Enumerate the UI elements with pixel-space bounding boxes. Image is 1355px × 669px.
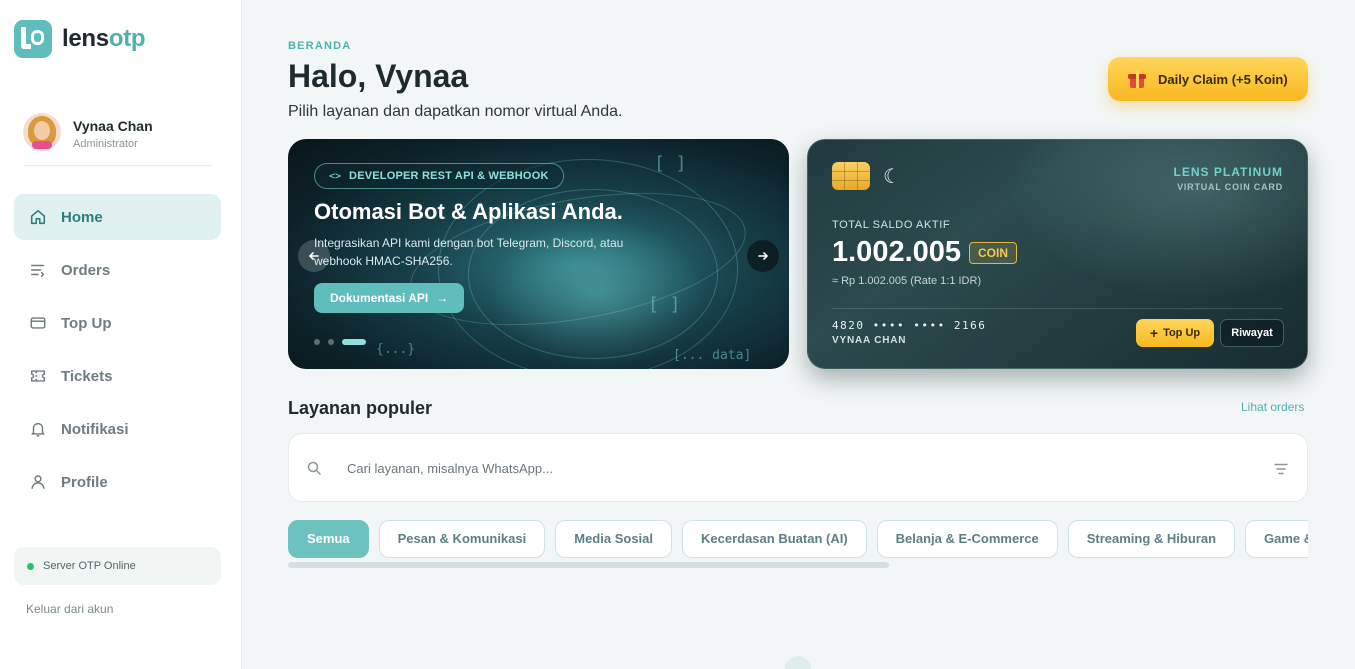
- user-profile[interactable]: Vynaa Chan Administrator: [23, 113, 212, 166]
- gift-icon: [1128, 70, 1146, 88]
- ticket-icon: [28, 366, 48, 386]
- section-title: Layanan populer: [288, 398, 433, 418]
- card-history-button[interactable]: Riwayat: [1220, 319, 1284, 347]
- card-chip-icon: [832, 162, 870, 190]
- filter-icon[interactable]: [1274, 462, 1288, 480]
- user-info: Vynaa Chan Administrator: [73, 118, 153, 150]
- promo-banner: [ ] [ ] {...} [... data] <> DEVELOPER RE…: [288, 139, 789, 369]
- sidebar-item-label: Profile: [61, 473, 108, 491]
- promo-badge: <> DEVELOPER REST API & WEBHOOK: [314, 163, 564, 189]
- scrollbar-thumb[interactable]: [288, 562, 889, 568]
- lensotp-logo-icon: [14, 20, 52, 58]
- user-icon: [28, 472, 48, 492]
- code-fragment: [... data]: [673, 348, 752, 363]
- promo-badge-label: DEVELOPER REST API & WEBHOOK: [349, 170, 549, 182]
- balance-label: TOTAL SALDO AKTIF: [832, 219, 951, 231]
- bottom-nub: [785, 656, 811, 669]
- card-topup-button[interactable]: + Top Up: [1136, 319, 1214, 347]
- card-brand-name: LENS PLATINUM: [1173, 165, 1283, 179]
- sidebar-item-tickets[interactable]: Tickets: [14, 353, 221, 399]
- balance-row: 1.002.005 COIN: [832, 236, 1018, 269]
- brand[interactable]: lensotp: [14, 20, 146, 58]
- sidebar-item-label: Home: [61, 208, 103, 226]
- category-chip-streaming-hiburan[interactable]: Streaming & Hiburan: [1067, 520, 1236, 558]
- search-input[interactable]: [347, 456, 1247, 480]
- bell-icon: [28, 419, 48, 439]
- category-scrollbar[interactable]: [288, 562, 1308, 568]
- promo-title: Otomasi Bot & Aplikasi Anda.: [314, 199, 623, 224]
- code-fragment: [ ]: [648, 294, 681, 315]
- breadcrumb: BERANDA: [288, 40, 352, 52]
- carousel-dot[interactable]: [314, 339, 320, 345]
- arrow-right-icon: →: [436, 291, 449, 305]
- coin-card: ☾ LENS PLATINUM VIRTUAL COIN CARD TOTAL …: [807, 139, 1308, 369]
- category-chip-kecerdasan-buatan-ai[interactable]: Kecerdasan Buatan (AI): [682, 520, 867, 558]
- home-icon: [28, 207, 48, 227]
- sidebar-item-label: Tickets: [61, 367, 113, 385]
- card-sheen: [1008, 140, 1307, 300]
- sidebar-nav: Home Orders Top Up Tickets Notifikasi Pr…: [14, 194, 221, 512]
- user-name: Vynaa Chan: [73, 118, 153, 134]
- category-chip-semua[interactable]: Semua: [288, 520, 369, 558]
- card-holder: VYNAA CHAN: [832, 335, 907, 346]
- sidebar-item-notifikasi[interactable]: Notifikasi: [14, 406, 221, 452]
- category-chip-media-sosial[interactable]: Media Sosial: [555, 520, 672, 558]
- sidebar-item-home[interactable]: Home: [14, 194, 221, 240]
- carousel-next-button[interactable]: [747, 240, 779, 272]
- card-brand: LENS PLATINUM VIRTUAL COIN CARD: [1174, 165, 1283, 192]
- category-chip-belanja-e-commerce[interactable]: Belanja & E-Commerce: [876, 520, 1058, 558]
- sidebar-item-label: Top Up: [61, 314, 112, 332]
- plus-icon: +: [1149, 325, 1159, 341]
- carousel-dots: [314, 339, 374, 345]
- carousel-dot[interactable]: [328, 339, 334, 345]
- service-search: [288, 433, 1308, 502]
- logout-link[interactable]: Keluar dari akun: [26, 602, 113, 616]
- server-status-label: Server OTP Online: [43, 560, 136, 572]
- chevron-left-icon: [308, 252, 319, 260]
- page-title: Halo, Vynaa: [288, 58, 469, 94]
- wallet-icon: [28, 313, 48, 333]
- api-docs-label: Dokumentasi API: [330, 291, 429, 305]
- code-fragment: [ ]: [654, 153, 687, 174]
- search-icon: [307, 461, 321, 480]
- balance-idr: ≈ Rp 1.002.005 (Rate 1:1 IDR): [832, 275, 982, 287]
- carousel-prev-button[interactable]: [298, 240, 330, 272]
- code-fragment: {...}: [376, 342, 416, 357]
- category-chips: Semua Pesan & Komunikasi Media Sosial Kecer…: [288, 520, 1308, 558]
- daily-claim-button[interactable]: Daily Claim (+5 Koin): [1108, 57, 1308, 101]
- promo-description: Integrasikan API kami dengan bot Telegra…: [314, 236, 624, 268]
- sidebar-item-label: Orders: [61, 261, 111, 279]
- daily-claim-label: Daily Claim (+5 Koin): [1158, 71, 1288, 87]
- sidebar-item-top-up[interactable]: Top Up: [14, 300, 221, 346]
- server-status: Server OTP Online: [14, 547, 221, 585]
- card-topup-label: Top Up: [1163, 327, 1201, 339]
- user-role: Administrator: [73, 138, 138, 150]
- brand-name: lensotp: [62, 25, 146, 53]
- sidebar-item-orders[interactable]: Orders: [14, 247, 221, 293]
- code-icon: <>: [329, 170, 342, 182]
- page-subtitle: Pilih layanan dan dapatkan nomor virtual…: [288, 103, 623, 120]
- brand-name-prefix: lens: [62, 25, 109, 52]
- card-number: 4820 •••• •••• 2166: [832, 319, 987, 332]
- card-brand-sub: VIRTUAL COIN CARD: [1177, 182, 1283, 192]
- sidebar-item-label: Notifikasi: [61, 420, 129, 438]
- sidebar: lensotp Vynaa Chan Administrator Home Or…: [0, 0, 242, 669]
- card-divider: [832, 308, 1283, 309]
- brand-name-accent: otp: [108, 25, 146, 52]
- carousel-dot[interactable]: [342, 339, 366, 345]
- api-docs-button[interactable]: Dokumentasi API →: [314, 283, 465, 313]
- coin-unit-badge: COIN: [969, 241, 1018, 264]
- category-chip-pesan-komunikasi[interactable]: Pesan & Komunikasi: [378, 520, 546, 558]
- category-chip-game-esport[interactable]: Game & Esport: [1245, 520, 1308, 558]
- chevron-right-icon: [758, 252, 769, 260]
- sidebar-item-profile[interactable]: Profile: [14, 459, 221, 505]
- list-icon: [28, 260, 48, 280]
- avatar: [23, 113, 61, 151]
- view-orders-link[interactable]: Lihat orders: [1241, 400, 1304, 414]
- status-dot-icon: [27, 562, 34, 570]
- contactless-icon: ☾: [883, 166, 901, 188]
- balance-value: 1.002.005: [832, 236, 962, 268]
